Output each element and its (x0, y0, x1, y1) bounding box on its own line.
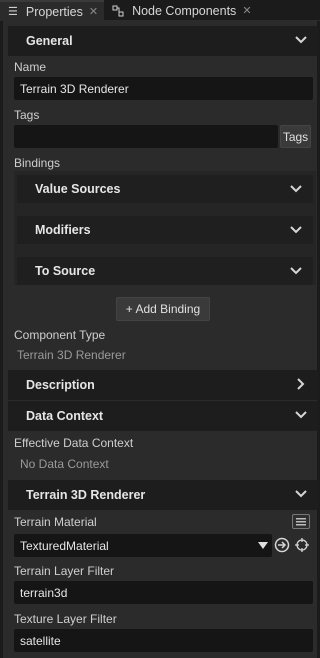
components-icon (112, 5, 124, 17)
tags-button[interactable]: Tags (280, 125, 311, 148)
section-description-title: Description (26, 378, 95, 392)
terrain-layer-filter-field[interactable]: terrain3d (14, 581, 313, 604)
tab-properties-label: Properties (25, 4, 83, 19)
close-icon[interactable]: ✕ (242, 4, 251, 17)
section-terrain-title: Terrain 3D Renderer (26, 488, 146, 502)
tab-bar: ☰ Properties ✕ Node Components ✕ (0, 0, 320, 21)
chevron-down-icon (295, 411, 307, 419)
chevron-down-icon (295, 490, 307, 498)
terrain-material-select[interactable]: TexturedMaterial (14, 534, 272, 557)
tab-properties[interactable]: ☰ Properties ✕ (0, 0, 105, 21)
texture-layer-filter-field[interactable]: satellite (14, 629, 313, 652)
terrain-layer-filter-label: Terrain Layer Filter (14, 564, 115, 578)
terrain-material-value: TexturedMaterial (20, 538, 109, 553)
section-general-header[interactable]: General (8, 26, 318, 56)
chevron-down-icon (290, 226, 302, 234)
bindings-label: Bindings (14, 156, 61, 170)
terrain-material-label: Terrain Material (14, 515, 97, 529)
chevron-right-icon (297, 378, 305, 390)
target-picker-icon[interactable] (294, 537, 310, 553)
section-data-context-header[interactable]: Data Context (8, 401, 318, 431)
binding-group-label: Value Sources (35, 182, 121, 196)
dropdown-arrow-icon (258, 542, 268, 549)
section-description-header[interactable]: Description (8, 370, 318, 400)
chevron-down-icon (295, 36, 307, 44)
tab-node-components-label: Node Components (132, 3, 237, 18)
tags-input[interactable] (14, 125, 278, 148)
section-general-title: General (26, 34, 73, 48)
add-binding-button[interactable]: + Add Binding (116, 297, 210, 321)
list-icon: ☰ (8, 6, 18, 18)
close-icon[interactable]: ✕ (89, 5, 98, 18)
navigate-to-icon[interactable] (274, 537, 290, 553)
name-field[interactable]: Terrain 3D Renderer (14, 77, 313, 100)
effective-data-context-value: No Data Context (20, 457, 109, 471)
binding-group-label: To Source (35, 264, 96, 278)
properties-panel: General Name Terrain 3D Renderer Tags Ta… (0, 21, 320, 658)
binding-group-value-sources[interactable]: Value Sources (17, 175, 313, 203)
section-data-context-title: Data Context (26, 409, 104, 423)
binding-group-to-source[interactable]: To Source (17, 257, 313, 285)
tags-label: Tags (14, 108, 40, 122)
tab-node-components[interactable]: Node Components ✕ (104, 0, 257, 21)
section-terrain-header[interactable]: Terrain 3D Renderer (8, 480, 318, 510)
binding-group-modifiers[interactable]: Modifiers (17, 216, 313, 244)
component-type-value: Terrain 3D Renderer (17, 348, 126, 362)
chevron-down-icon (290, 267, 302, 275)
texture-layer-filter-label: Texture Layer Filter (14, 612, 117, 626)
name-label: Name (14, 60, 47, 74)
chevron-down-icon (290, 185, 302, 193)
component-type-label: Component Type (14, 328, 106, 342)
material-browse-icon[interactable] (292, 514, 310, 529)
binding-group-label: Modifiers (35, 223, 91, 237)
effective-data-context-label: Effective Data Context (14, 436, 134, 450)
